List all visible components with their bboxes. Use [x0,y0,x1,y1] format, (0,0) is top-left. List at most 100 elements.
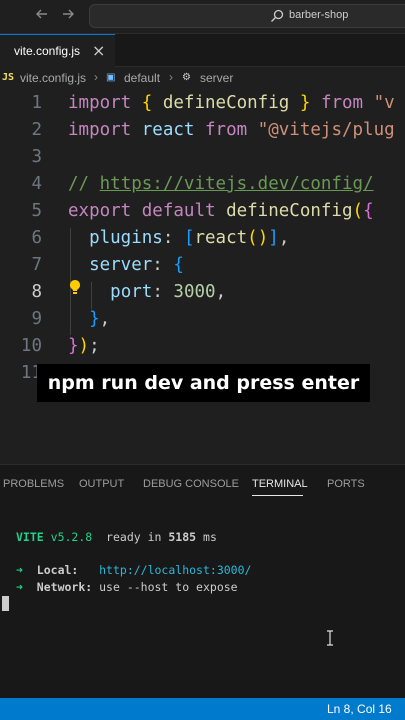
tab-output[interactable]: OUTPUT [79,478,124,490]
line-number: 1 [31,93,42,113]
token-comment: // [68,174,90,194]
token-punct: , [278,228,290,248]
arrow-left-icon[interactable] [32,6,52,26]
tab-vite-config[interactable]: vite.config.js × [0,34,115,67]
property-icon: ⚙ [182,72,191,83]
token-bracket: [ [183,228,195,248]
token-brace: { [141,93,153,113]
code-line-10: }); [68,336,100,356]
token-number: 3000 [173,282,216,302]
token-keyword: default [141,201,216,221]
active-tab-indicator [252,495,303,496]
token-identifier: react [141,120,195,140]
tab-ports[interactable]: PORTS [327,478,365,490]
token-keyword: from [205,120,248,140]
tab-terminal[interactable]: TERMINAL [252,478,308,490]
ready-ms: 5185 [168,530,197,544]
token-function: defineConfig [226,201,353,221]
token-paren: ( [352,201,364,221]
terminal-vite-line: VITE v5.2.8 ready in 5185 ms [16,530,217,544]
token-punct: : [152,255,163,275]
line-number: 6 [31,228,42,248]
token-punct: : [152,282,163,302]
arrow-right-icon[interactable] [58,6,78,26]
token-identifier: defineConfig [162,93,290,113]
breadcrumb-symbol[interactable]: default [124,71,160,85]
line-number: 11 [20,363,42,383]
vite-label: VITE [16,530,44,544]
code-line-8: port: 3000, [68,282,226,302]
line-number: 5 [31,201,42,221]
terminal-cursor [2,596,9,611]
code-line-9: }, [68,309,110,329]
breadcrumb-file[interactable]: vite.config.js [20,71,86,85]
variable-icon: ▣ [106,72,116,83]
code-line-7: server: { [68,255,184,275]
workspace-name: barber-shop [289,9,349,21]
token-paren: ) [78,336,90,356]
token-keyword: from [320,93,364,113]
breadcrumb: JS vite.config.js › ▣ default › ⚙ server [0,67,405,89]
chevron-right-icon: › [94,70,98,84]
code-line-2: import react from "@vitejs/plug [68,120,395,140]
bottom-panel: PROBLEMS OUTPUT DEBUG CONSOLE TERMINAL P… [0,464,405,698]
text-cursor-icon [327,630,333,646]
token-punct: : [162,228,174,248]
comment-link[interactable]: https://vitejs.dev/config/ [100,174,374,194]
local-url-link[interactable]: http://localhost:3000/ [99,563,251,577]
status-bar: Ln 8, Col 16 [0,698,405,720]
code-editor[interactable]: 1 2 3 4 5 6 7 8 9 10 11 import { defineC… [0,89,405,464]
tab-debug-console[interactable]: DEBUG CONSOLE [143,478,239,490]
token-keyword: import [68,93,132,113]
vite-version: v5.2.8 [50,530,93,544]
terminal-network-line: ➜ Network: use --host to expose [16,580,238,594]
token-keyword: import [68,120,132,140]
token-string: "v [373,93,395,113]
line-number: 9 [31,309,42,329]
token-property: plugins [89,228,163,248]
token-brace: { [173,255,184,275]
token-punct: , [215,282,227,302]
token-brace: } [68,336,79,356]
close-icon[interactable]: × [92,41,105,60]
line-number: 4 [31,174,42,194]
token-keyword: export [68,201,132,221]
token-brace: } [299,93,311,113]
token-brace: } [89,309,100,329]
tab-problems[interactable]: PROBLEMS [3,478,64,490]
line-number: 10 [20,336,42,356]
token-paren: ( [247,228,258,248]
title-bar: barber-shop [0,0,405,34]
code-line-1: import { defineConfig } from "v [68,93,395,113]
token-punct: , [99,309,111,329]
token-property: port [110,282,153,302]
network-label: Network: [36,580,93,594]
token-string: "@vitejs/plug [257,120,395,140]
arrow-right-icon: ➜ [16,580,23,594]
command-center-search[interactable]: barber-shop [89,4,405,28]
code-line-5: export default defineConfig({ [68,201,374,221]
editor-tab-bar: vite.config.js × [0,34,405,67]
video-caption: npm run dev and press enter [37,364,370,402]
token-property: server [89,255,153,275]
search-icon [271,9,284,22]
line-number: 2 [31,120,42,140]
arrow-right-icon: ➜ [16,563,23,577]
tab-label: vite.config.js [14,44,81,58]
ready-text: ready in [106,530,162,544]
token-function: react [194,228,248,248]
token-paren: ) [257,228,269,248]
code-line-6: plugins: [react()], [68,228,289,248]
local-label: Local: [36,563,79,577]
ms-unit: ms [203,530,217,544]
token-brace: { [363,201,374,221]
token-punct: ; [89,336,100,356]
terminal-local-line: ➜ Local: http://localhost:3000/ [16,563,251,577]
cursor-position[interactable]: Ln 8, Col 16 [327,702,392,716]
token-bracket: ] [268,228,279,248]
network-text: use --host to expose [99,580,238,594]
line-number-active: 8 [31,282,42,302]
code-line-4: // https://vitejs.dev/config/ [68,174,374,194]
line-number: 7 [31,255,42,275]
breadcrumb-property[interactable]: server [200,71,233,85]
